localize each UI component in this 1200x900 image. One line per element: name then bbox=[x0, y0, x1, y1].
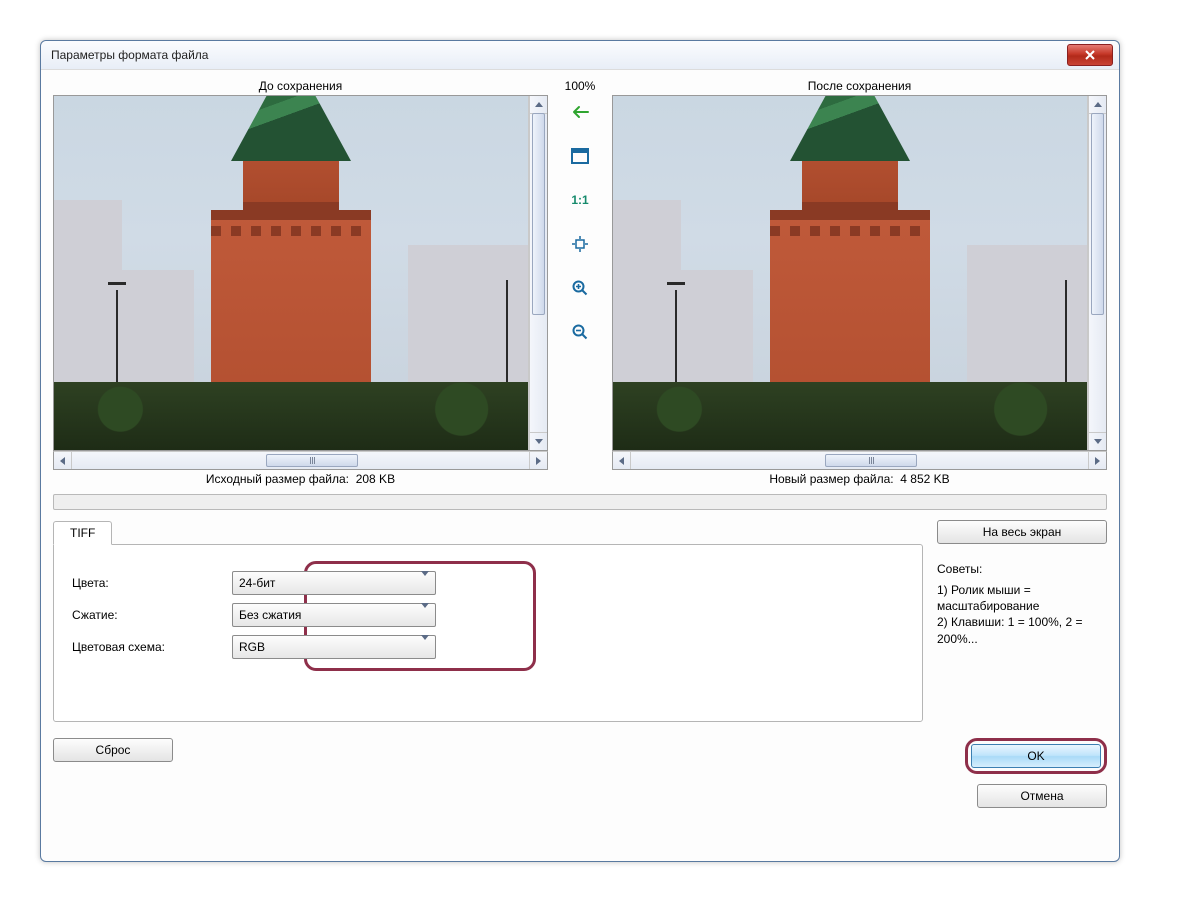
fit-window-icon[interactable] bbox=[566, 143, 594, 169]
chevron-down-icon bbox=[421, 608, 429, 622]
close-button[interactable] bbox=[1067, 44, 1113, 66]
progress-bar bbox=[53, 494, 1107, 510]
chevron-down-icon bbox=[421, 576, 429, 590]
label-color-scheme: Цветовая схема: bbox=[72, 640, 232, 654]
close-icon bbox=[1085, 50, 1095, 60]
compression-dropdown[interactable]: Без сжатия bbox=[232, 603, 436, 627]
scroll-thumb[interactable] bbox=[825, 454, 917, 467]
after-v-scrollbar[interactable] bbox=[1088, 96, 1106, 450]
scroll-thumb[interactable] bbox=[1091, 113, 1104, 315]
label-compression: Сжатие: bbox=[72, 608, 232, 622]
colors-dropdown[interactable]: 24-бит bbox=[232, 571, 436, 595]
color-scheme-dropdown[interactable]: RGB bbox=[232, 635, 436, 659]
scroll-right-icon[interactable] bbox=[530, 452, 547, 469]
fullscreen-button[interactable]: На весь экран bbox=[937, 520, 1107, 544]
dialog-window: Параметры формата файла До сохранения bbox=[40, 40, 1120, 862]
scroll-down-icon[interactable] bbox=[1089, 432, 1106, 450]
scroll-left-icon[interactable] bbox=[54, 452, 71, 469]
new-size: Новый размер файла: 4 852 KB bbox=[612, 472, 1107, 486]
original-size: Исходный размер файла: 208 KB bbox=[53, 472, 548, 486]
scroll-thumb[interactable] bbox=[266, 454, 358, 467]
scroll-right-icon[interactable] bbox=[1089, 452, 1106, 469]
scroll-down-icon[interactable] bbox=[530, 432, 547, 450]
scroll-up-icon[interactable] bbox=[1089, 96, 1106, 114]
tips-title: Советы: bbox=[937, 562, 1107, 576]
tip-2: 2) Клавиши: 1 = 100%, 2 = 200%... bbox=[937, 614, 1107, 646]
label-colors: Цвета: bbox=[72, 576, 232, 590]
tab-tiff[interactable]: TIFF bbox=[53, 521, 112, 545]
titlebar[interactable]: Параметры формата файла bbox=[41, 41, 1119, 70]
zoom-percent: 100% bbox=[548, 79, 612, 93]
after-h-scrollbar[interactable] bbox=[612, 451, 1107, 470]
ratio-1to1-icon[interactable]: 1:1 bbox=[566, 187, 594, 213]
after-label: После сохранения bbox=[612, 79, 1107, 93]
arrow-left-icon[interactable] bbox=[566, 99, 594, 125]
before-label: До сохранения bbox=[53, 79, 548, 93]
before-v-scrollbar[interactable] bbox=[529, 96, 547, 450]
zoom-in-icon[interactable] bbox=[566, 275, 594, 301]
cancel-button[interactable]: Отмена bbox=[977, 784, 1107, 808]
guide-highlight-ok: OK bbox=[965, 738, 1107, 774]
scroll-thumb[interactable] bbox=[532, 113, 545, 315]
window-title: Параметры формата файла bbox=[51, 48, 1067, 62]
reset-button[interactable]: Сброс bbox=[53, 738, 173, 762]
before-preview-frame bbox=[53, 95, 548, 451]
scroll-up-icon[interactable] bbox=[530, 96, 547, 114]
before-preview[interactable] bbox=[54, 96, 529, 450]
zoom-out-icon[interactable] bbox=[566, 319, 594, 345]
scroll-left-icon[interactable] bbox=[613, 452, 630, 469]
after-preview-frame bbox=[612, 95, 1107, 451]
after-preview[interactable] bbox=[613, 96, 1088, 450]
chevron-down-icon bbox=[421, 640, 429, 654]
tab-panel: Цвета: 24-бит Сжатие: Без сжатия bbox=[53, 544, 923, 722]
tip-1: 1) Ролик мыши = масштабирование bbox=[937, 582, 1107, 614]
ok-button[interactable]: OK bbox=[971, 744, 1101, 768]
before-h-scrollbar[interactable] bbox=[53, 451, 548, 470]
center-icon[interactable] bbox=[566, 231, 594, 257]
